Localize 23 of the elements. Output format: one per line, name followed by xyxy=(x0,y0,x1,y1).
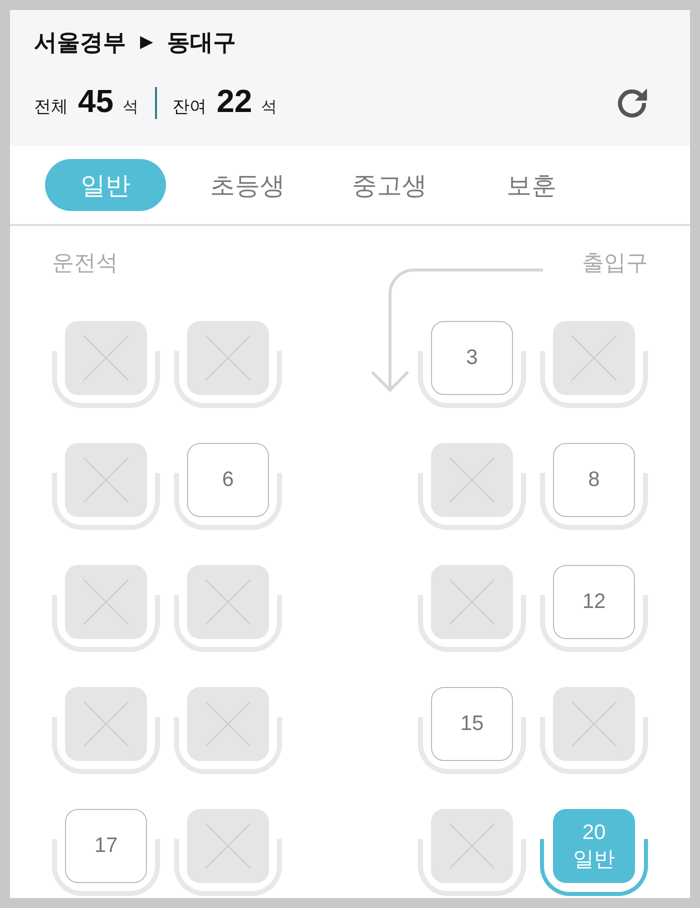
stat-unit: 석 xyxy=(261,98,278,118)
route-destination: 동대구 xyxy=(167,30,236,54)
seat[interactable]: 17 xyxy=(65,809,147,883)
route-origin: 서울경부 xyxy=(34,30,126,54)
stat-label: 잔여 xyxy=(172,96,207,118)
seat[interactable]: 12 xyxy=(553,565,635,639)
seat[interactable]: 8 xyxy=(553,443,635,517)
refresh-icon xyxy=(617,88,647,118)
driver-seat-label: 운전석 xyxy=(52,250,118,276)
entrance-label: 출입구 xyxy=(582,250,648,276)
seat[interactable]: 15 xyxy=(431,687,513,761)
stat-count: 45 xyxy=(78,83,114,120)
stat-count: 22 xyxy=(216,83,252,120)
route-separator: ▶ xyxy=(140,31,153,53)
refresh-button[interactable] xyxy=(616,87,648,119)
seat[interactable]: 3 xyxy=(431,321,513,395)
stat-label: 전체 xyxy=(34,96,68,118)
tab[interactable]: 보훈 xyxy=(471,159,592,211)
curved-arrow-icon xyxy=(368,266,545,393)
seat[interactable]: 6 xyxy=(187,443,269,517)
stat-unit: 석 xyxy=(122,98,139,118)
tab[interactable]: 중고생 xyxy=(329,159,450,211)
tab[interactable]: 초등생 xyxy=(187,159,308,211)
